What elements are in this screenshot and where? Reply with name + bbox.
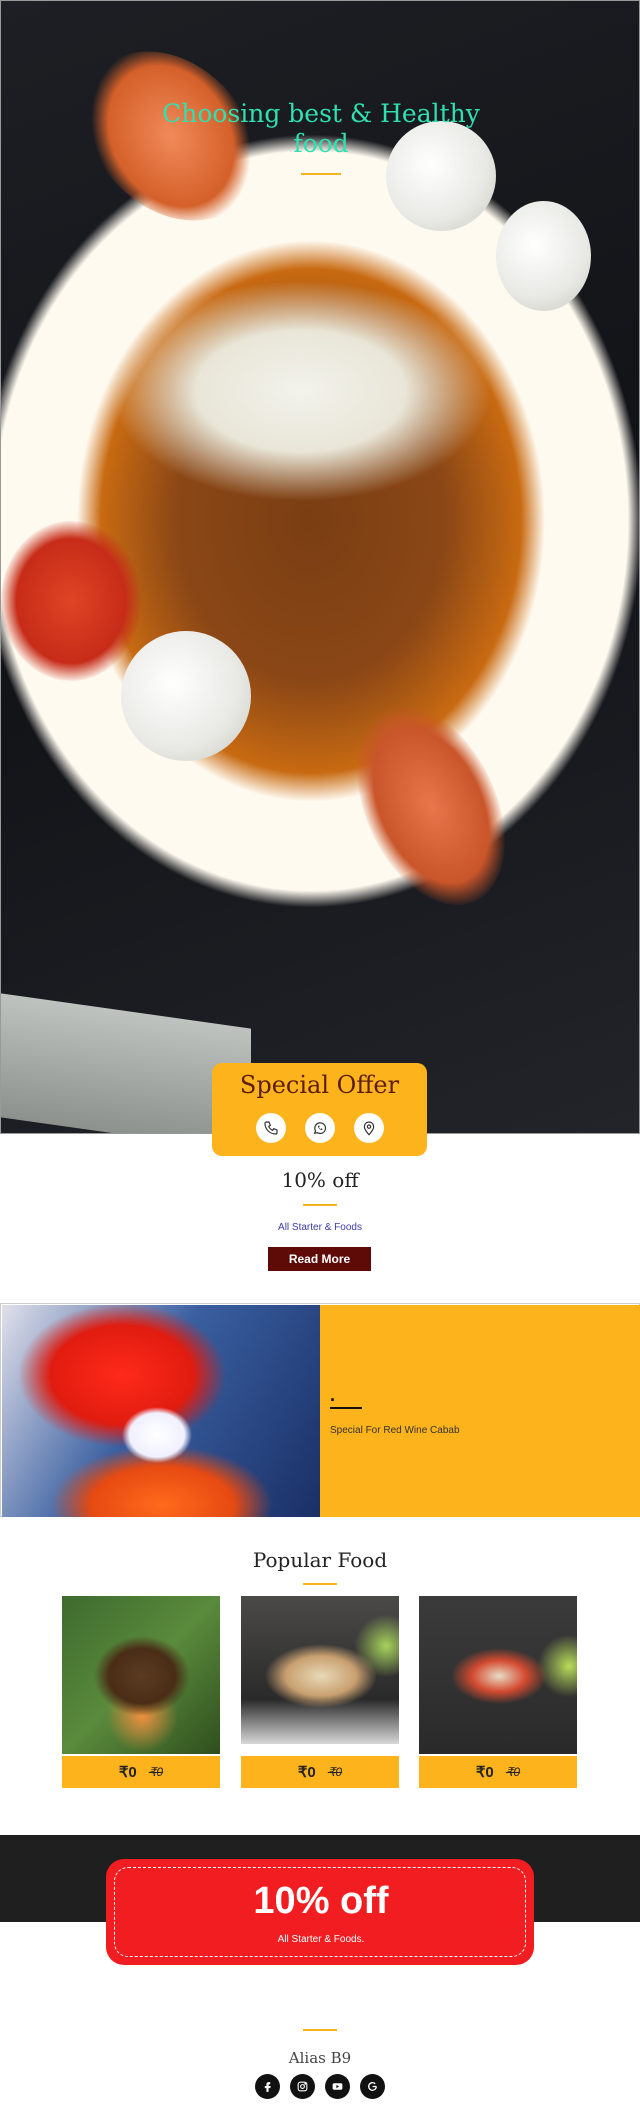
price-current: ₹0 [297,1764,316,1781]
whatsapp-button[interactable] [304,1113,335,1143]
special-banner: . Special For Red Wine Cabab [0,1303,640,1517]
price-current: ₹0 [118,1764,137,1781]
special-offer-title: Special Offer [239,1071,400,1099]
facebook-icon [264,2082,271,2092]
read-more-button[interactable]: Read More [268,1247,371,1271]
promo-dashed-border: 10% off All Starter & Foods. [114,1867,526,1957]
social-links [0,2074,640,2099]
special-banner-text: Special For Red Wine Cabab [330,1425,460,1436]
phone-button[interactable] [255,1113,286,1143]
hero-underline [301,173,341,175]
price-original: ₹0 [327,1765,343,1779]
google-icon [368,2082,377,2091]
food-image[interactable] [62,1596,220,1754]
hero-egg [121,631,251,761]
hero-egg [496,201,591,311]
food-card[interactable]: ₹0 ₹0 [419,1596,577,1788]
youtube-link[interactable] [325,2074,350,2099]
phone-icon [263,1121,278,1135]
price-original: ₹0 [505,1765,521,1779]
hero-garnish [327,683,535,929]
food-image[interactable] [241,1596,399,1744]
hero-garnish [1,521,141,681]
deal-subtitle: All Starter & Foods [278,1222,362,1233]
location-button[interactable] [353,1113,384,1143]
popular-food-title: Popular Food [252,1548,388,1572]
footer-divider [303,2029,337,2031]
special-banner-divider [330,1407,362,1409]
contact-icons [212,1113,427,1143]
hero-banner: Choosing best & Healthy food [0,0,640,1134]
price-bar: ₹0 ₹0 [241,1756,399,1788]
price-current: ₹0 [475,1764,494,1781]
google-link[interactable] [360,2074,385,2099]
facebook-link[interactable] [255,2074,280,2099]
red-wine-cabab-image [2,1305,320,1517]
special-banner-heading: . [330,1385,336,1405]
price-bar: ₹0 ₹0 [62,1756,220,1788]
food-image-gap [241,1744,399,1754]
popular-food-divider [303,1583,337,1585]
youtube-icon [332,2083,343,2090]
food-card[interactable]: ₹0 ₹0 [62,1596,220,1788]
footer-name: Alias B9 [288,2049,352,2067]
whatsapp-icon [313,1122,326,1135]
promo-headline: 10% off [253,1880,389,1922]
instagram-icon [297,2081,308,2092]
price-bar: ₹0 ₹0 [419,1756,577,1788]
hero-title: Choosing best & Healthy food [162,99,480,158]
deal-divider [303,1204,337,1206]
special-offer-card: Special Offer [212,1063,427,1156]
location-pin-icon [363,1121,374,1136]
special-banner-panel: . Special For Red Wine Cabab [320,1305,640,1517]
price-original: ₹0 [148,1765,164,1779]
instagram-link[interactable] [290,2074,315,2099]
food-card[interactable]: ₹0 ₹0 [241,1596,399,1788]
promo-card[interactable]: 10% off All Starter & Foods. [106,1859,534,1965]
promo-subtext: All Starter & Foods. [277,1934,365,1945]
food-image[interactable] [419,1596,577,1754]
deal-title: 10% off [281,1168,359,1192]
